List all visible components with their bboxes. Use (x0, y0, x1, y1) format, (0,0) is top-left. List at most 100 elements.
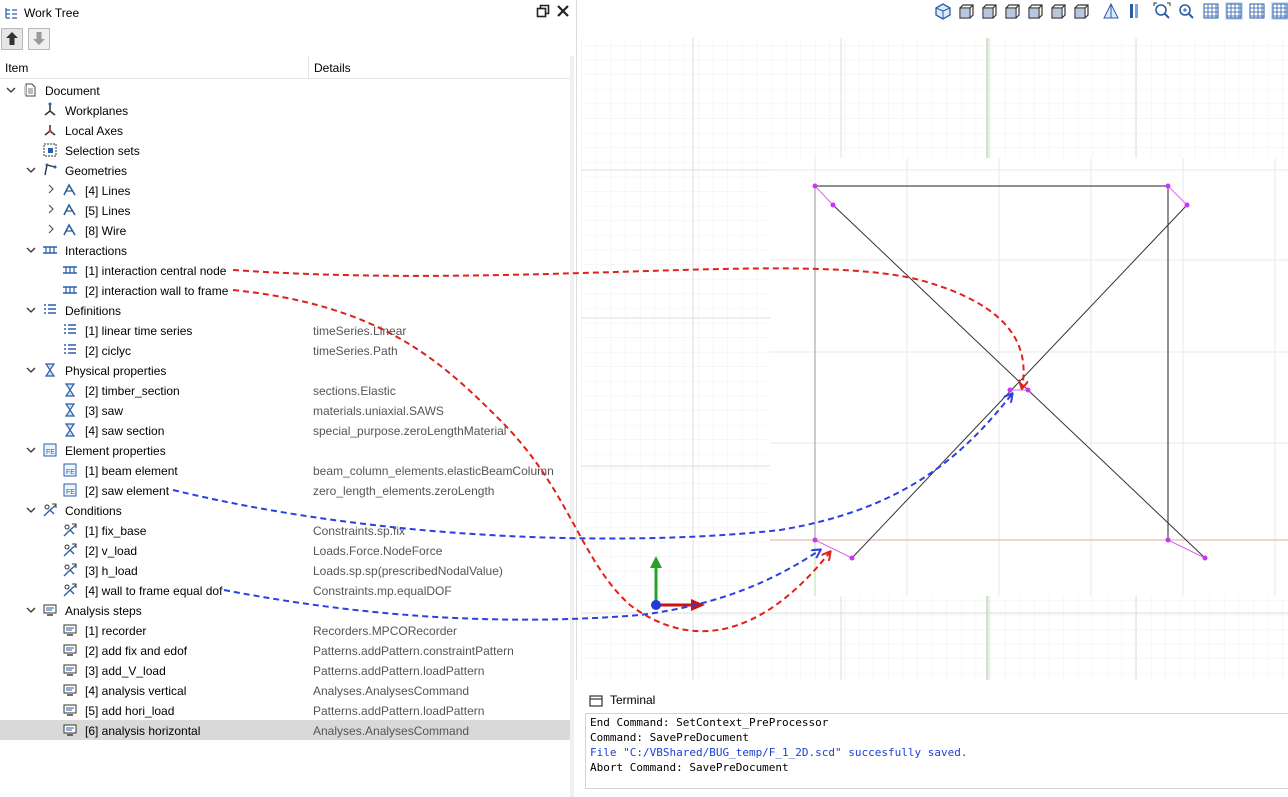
chevron-down-icon[interactable] (25, 303, 37, 317)
tree-item-2-timber-section[interactable]: [2] timber_section sections.Elastic (0, 380, 570, 400)
interactions-icon (43, 246, 57, 254)
tree-item-4-lines[interactable]: [4] Lines (0, 180, 570, 200)
analysis-step-icon (63, 644, 77, 656)
tree-item-physical-properties[interactable]: Physical properties (0, 360, 570, 380)
chevron-down-icon[interactable] (25, 163, 37, 177)
condition-icon (63, 543, 77, 557)
analysis-step-icon (63, 724, 77, 736)
column-header-details-label: Details (314, 61, 351, 75)
tree-item-workplanes[interactable]: Workplanes (0, 100, 570, 120)
selection-sets-icon (43, 143, 57, 157)
list-icon (64, 324, 76, 334)
geometries-icon (44, 163, 57, 176)
tree-item-4-analysis-vertical[interactable]: [4] analysis vertical Analyses.AnalysesCo… (0, 680, 570, 700)
physical-property-icon (64, 423, 76, 437)
tree-item-label: [4] analysis vertical (85, 684, 187, 698)
tree-item-1-interaction-central-node[interactable]: [1] interaction central node (0, 260, 570, 280)
tree-item-1-linear-time-series[interactable]: [1] linear time series timeSeries.Linear (0, 320, 570, 340)
tree-item-5-lines[interactable]: [5] Lines (0, 200, 570, 220)
tree-item-label: [3] h_load (85, 564, 138, 578)
chevron-down-icon[interactable] (25, 603, 37, 617)
close-panel-button[interactable] (555, 4, 571, 20)
tree-item-2-interaction-wall-to-frame[interactable]: [2] interaction wall to frame (0, 280, 570, 300)
local-axes-icon (44, 125, 56, 136)
chevron-down-icon[interactable] (25, 503, 37, 517)
tree-item-label: Interactions (65, 244, 128, 258)
tree-item-3-h-load[interactable]: [3] h_load Loads.sp.sp(prescribedNodalVal… (0, 560, 570, 580)
chevron-right-icon[interactable] (45, 223, 57, 237)
tree-scrollbar[interactable] (570, 56, 574, 797)
tree-item-1-recorder[interactable]: [1] recorder Recorders.MPCORecorder (0, 620, 570, 640)
tree-item-5-add-hori-load[interactable]: [5] add hori_load Patterns.addPattern.loa… (0, 700, 570, 720)
workplanes-icon (44, 102, 56, 116)
tree-item-interactions[interactable]: Interactions (0, 240, 570, 260)
tree-item-element-properties[interactable]: FE Element properties (0, 440, 570, 460)
model-viewport[interactable] (576, 0, 1288, 680)
tree-item-4-wall-to-frame-equal-dof[interactable]: [4] wall to frame equal dof Constraints.m… (0, 580, 570, 600)
tree-item-2-saw-element[interactable]: FE [2] saw element zero_length_elements.ze… (0, 480, 570, 500)
column-header-item[interactable]: Item (0, 56, 309, 79)
tree-item-2-add-fix-and-edof[interactable]: [2] add fix and edof Patterns.addPattern.… (0, 640, 570, 660)
tree-item-3-saw[interactable]: [3] saw materials.uniaxial.SAWS (0, 400, 570, 420)
chevron-down-icon[interactable] (25, 363, 37, 377)
restore-panel-button[interactable] (535, 4, 551, 20)
condition-icon (63, 523, 77, 537)
chevron-right-icon[interactable] (45, 183, 57, 197)
physical-property-icon (64, 383, 76, 397)
tree-item-label: [1] recorder (85, 624, 147, 638)
tree-item-details: Patterns.addPattern.loadPattern (313, 704, 485, 718)
tree-item-local-axes[interactable]: Local Axes (0, 120, 570, 140)
element-property-icon: FE (63, 483, 77, 497)
element-property-icon: FE (63, 463, 77, 477)
tree-item-label: Local Axes (65, 124, 124, 138)
list-icon (44, 304, 56, 314)
tree-item-label: [4] saw section (85, 424, 165, 438)
terminal-output[interactable]: End Command: SetContext_PreProcessor Com… (585, 713, 1288, 789)
tree-item-geometries[interactable]: Geometries (0, 160, 570, 180)
tree-item-document[interactable]: Document (0, 80, 570, 100)
tree-item-label: [6] analysis horizontal (85, 724, 201, 738)
terminal-line: File "C:/VBShared/BUG_temp/F_1_2D.scd" s… (590, 746, 968, 759)
physical-property-icon (44, 363, 56, 377)
tree-item-6-analysis-horizontal[interactable]: [6] analysis horizontal Analyses.Analyses… (0, 720, 570, 740)
tree-item-details: zero_length_elements.zeroLength (313, 484, 495, 498)
chevron-down-icon[interactable] (25, 243, 37, 257)
chevron-down-icon[interactable] (25, 443, 37, 457)
analysis-step-icon (63, 624, 77, 636)
tree-item-1-beam-element[interactable]: FE [1] beam element beam_column_elements.e… (0, 460, 570, 480)
viewport-canvas[interactable] (577, 0, 1288, 680)
tree-item-1-fix-base[interactable]: [1] fix_base Constraints.sp.fix (0, 520, 570, 540)
interactions-icon (63, 266, 77, 274)
line-icon (63, 203, 76, 216)
analysis-step-icon (63, 704, 77, 716)
condition-icon (63, 583, 77, 597)
tree-item-details: Analyses.AnalysesCommand (313, 684, 470, 698)
tree-item-label: [3] add_V_load (85, 664, 166, 678)
tree-item-label: [3] saw (85, 404, 124, 418)
tree-item-label: Conditions (65, 504, 122, 518)
chevron-down-icon[interactable] (5, 83, 17, 97)
tree-item-2-v-load[interactable]: [2] v_load Loads.Force.NodeForce (0, 540, 570, 560)
tree-item-label: Element properties (65, 444, 166, 458)
tree-item-details: Patterns.addPattern.constraintPattern (313, 644, 514, 658)
tree-item-analysis-steps[interactable]: Analysis steps (0, 600, 570, 620)
tree-item-label: [5] Lines (85, 204, 131, 218)
tree-item-3-add-v-load[interactable]: [3] add_V_load Patterns.addPattern.loadPa… (0, 660, 570, 680)
column-header-details[interactable]: Details (309, 56, 570, 79)
tree-item-label: [2] add fix and edof (85, 644, 188, 658)
tree-item-4-saw-section[interactable]: [4] saw section special_purpose.zeroLengt… (0, 420, 570, 440)
tree-item-8-wire[interactable]: [8] Wire (0, 220, 570, 240)
tree-item-definitions[interactable]: Definitions (0, 300, 570, 320)
move-down-button[interactable] (28, 28, 50, 50)
condition-icon (43, 503, 57, 517)
terminal-icon (589, 695, 603, 707)
tree-item-selection-sets[interactable]: Selection sets (0, 140, 570, 160)
interactions-icon (63, 286, 77, 294)
tree-item-conditions[interactable]: Conditions (0, 500, 570, 520)
condition-icon (63, 563, 77, 577)
chevron-right-icon[interactable] (45, 203, 57, 217)
tree-item-2-ciclyc[interactable]: [2] ciclyc timeSeries.Path (0, 340, 570, 360)
terminal-title: Terminal (610, 693, 656, 707)
tree-item-details: timeSeries.Linear (313, 324, 407, 338)
move-up-button[interactable] (1, 28, 23, 50)
